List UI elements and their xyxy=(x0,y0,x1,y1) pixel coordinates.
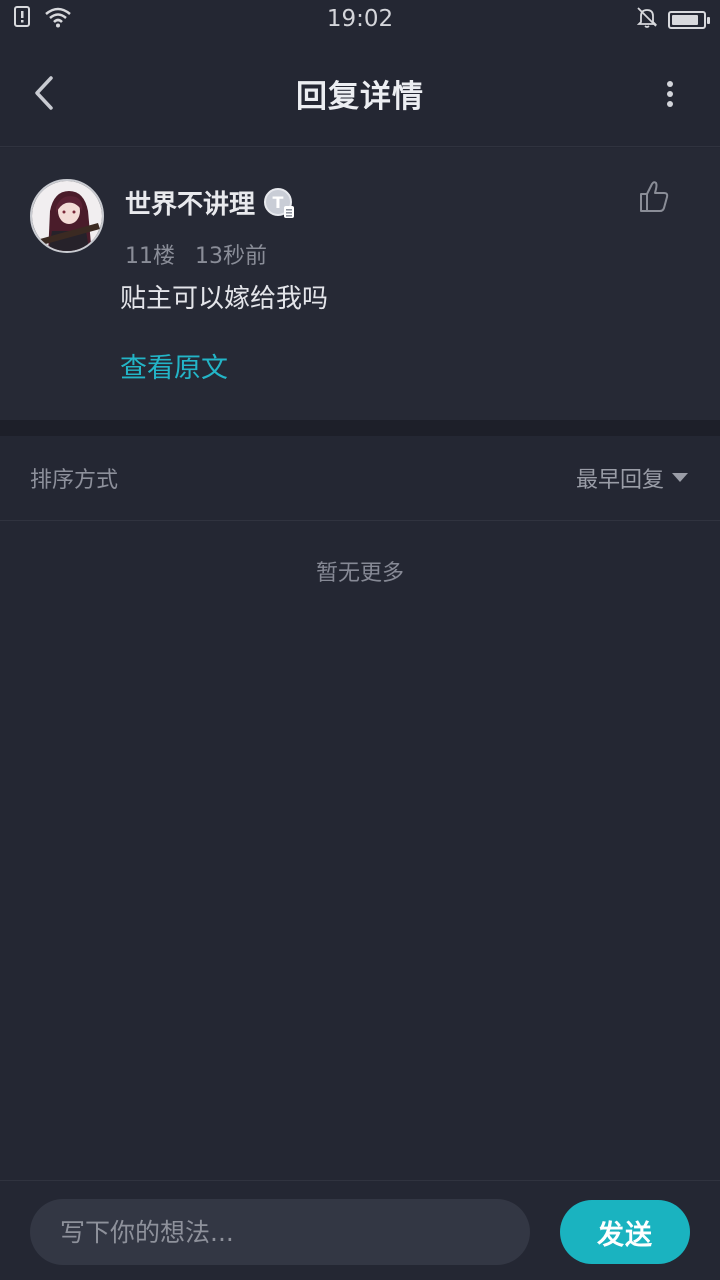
status-bar: 19:02 xyxy=(0,0,720,40)
back-button[interactable] xyxy=(24,68,64,118)
section-divider xyxy=(0,420,720,436)
comment-meta: 11楼 13秒前 xyxy=(125,238,267,270)
reply-input-bar: 发送 xyxy=(0,1180,720,1280)
sort-selected-value: 最早回复 xyxy=(575,468,664,493)
comment-text: 贴主可以嫁给我吗 xyxy=(120,284,329,314)
floor-number: 11楼 xyxy=(125,244,175,269)
level-badge-icon: T xyxy=(263,187,295,219)
clock: 19:02 xyxy=(326,6,394,32)
like-button[interactable] xyxy=(638,180,670,214)
chevron-left-icon xyxy=(35,76,53,110)
username[interactable]: 世界不讲理 xyxy=(125,184,255,221)
reply-detail-screen: 19:02 回复详情 世界不讲理 T 11楼 13秒前 贴主可以嫁给我吗 查看原… xyxy=(0,0,720,1280)
caret-down-icon xyxy=(672,473,688,482)
view-original-link[interactable]: 查看原文 xyxy=(120,346,228,385)
page-title: 回复详情 xyxy=(296,78,424,115)
send-button[interactable]: 发送 xyxy=(560,1200,690,1264)
sort-row: 排序方式 最早回复 xyxy=(0,436,720,521)
svg-text:T: T xyxy=(273,193,284,212)
more-vertical-icon xyxy=(667,81,673,107)
username-row: 世界不讲理 T xyxy=(125,184,295,221)
nav-bar: 回复详情 xyxy=(0,40,720,147)
more-button[interactable] xyxy=(660,74,680,114)
sort-dropdown[interactable]: 最早回复 xyxy=(576,462,688,494)
avatar[interactable] xyxy=(30,179,104,253)
comment-card: 世界不讲理 T 11楼 13秒前 贴主可以嫁给我吗 查看原文 xyxy=(0,148,720,420)
sort-label: 排序方式 xyxy=(30,468,119,493)
battery-icon xyxy=(668,11,710,29)
timestamp: 13秒前 xyxy=(195,244,267,269)
reply-input[interactable] xyxy=(30,1199,530,1265)
empty-list-text: 暂无更多 xyxy=(315,561,404,586)
thumbs-up-icon xyxy=(640,181,669,212)
